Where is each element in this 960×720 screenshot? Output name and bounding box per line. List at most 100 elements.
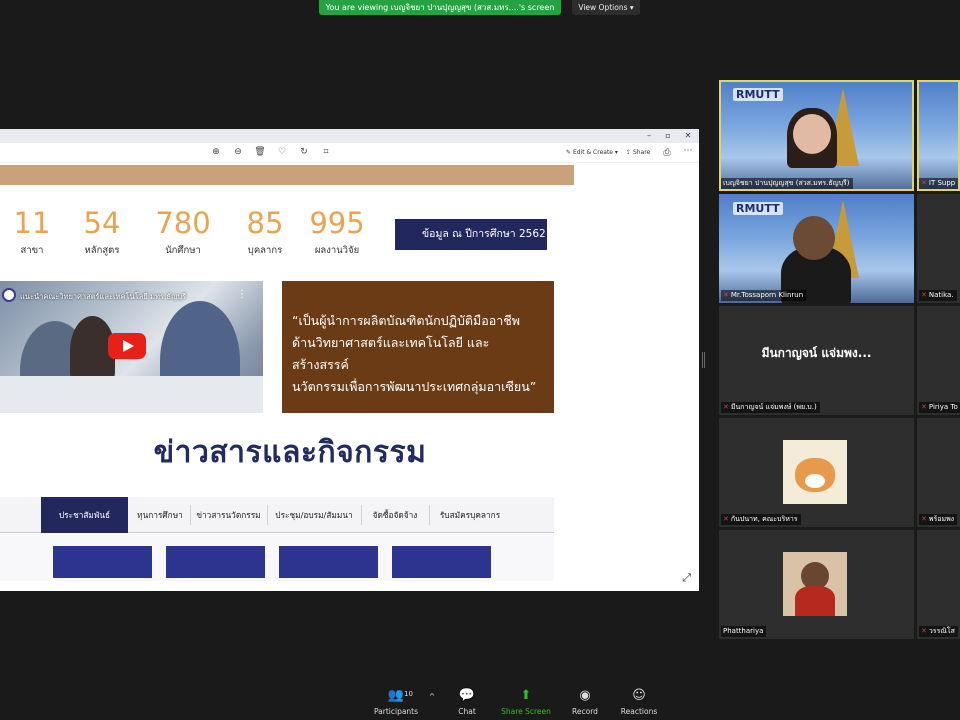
avatar — [783, 440, 847, 504]
participant-face — [793, 216, 835, 260]
crop-icon[interactable]: ⌗ — [319, 147, 333, 157]
stat-value: 780 — [155, 206, 211, 240]
participant-name-label: Piriya To — [928, 403, 958, 411]
more-icon[interactable]: ⋯ — [681, 146, 695, 156]
viewing-screen-banner: You are viewing เบญจิชยา ปานปุญญสุข (สวส… — [319, 0, 561, 15]
video-tile-piriya[interactable]: ✕ Piriya To — [917, 306, 960, 415]
stat-label: นักศึกษา — [165, 245, 201, 256]
video-tile-tossaporn[interactable]: RMUTT ✕ Mr.Tossaporn Klinrun — [719, 194, 914, 303]
share-label: Share — [632, 149, 651, 156]
academic-year-info-button[interactable]: ข้อมูล ณ ปีการศึกษา 2562 — [395, 219, 547, 250]
quote-line: ด้านวิทยาศาสตร์และเทคโนโลยี และสร้างสรรค… — [292, 335, 490, 372]
chat-icon: 💬 — [458, 688, 476, 703]
video-tile-meenkarn[interactable]: มีนกาญจน์ แจ่มพง... ✕ มีนกาญจน์ แจ่มพงษ์ … — [719, 306, 914, 415]
participant-name: ✕ มีนกาญจน์ แจ่มพงษ์ (พย.บ.) — [721, 402, 820, 413]
rmutt-logo: RMUTT — [733, 88, 783, 101]
participant-name: ✕ พร้อมพง — [919, 514, 958, 525]
participant-display-name: มีนกาญจน์ แจ่มพง... — [761, 346, 872, 360]
zoom-out-icon[interactable]: ⊖ — [231, 147, 245, 157]
news-tabs: ประชาสัมพันธ์ ทุนการศึกษา ข่าวสารนวัตกรร… — [0, 497, 554, 533]
participant-name: ✕ Mr.Tossaporn Klinrun — [721, 290, 807, 301]
participant-name: ✕ Natika. — [919, 290, 957, 301]
stat-programs: 54 หลักสูตร — [67, 207, 137, 258]
avatar — [783, 552, 847, 616]
video-tile-prompong[interactable]: ✕ พร้อมพง — [917, 418, 960, 527]
channel-logo — [2, 288, 16, 302]
header-color-bar — [0, 165, 574, 185]
video-tile-natika[interactable]: ✕ Natika. — [917, 194, 960, 303]
maximize-icon[interactable]: ▫ — [659, 129, 677, 143]
tab-innovation-news[interactable]: ข่าวสารนวัตกรรม — [191, 497, 266, 533]
stat-label: ผลงานวิจัย — [314, 245, 360, 256]
mic-muted-icon: ✕ — [723, 403, 729, 411]
news-cards — [0, 534, 554, 581]
close-icon[interactable]: ✕ — [679, 129, 697, 143]
meeting-controls: 👥 10 Participants ^ 💬 Chat ⬆ Share Scree… — [0, 684, 960, 720]
vision-quote-box: “เป็นผู้นำการผลิตบัณฑิตนักปฏิบัติมืออาชี… — [282, 281, 554, 413]
record-button[interactable]: ◉ Record — [555, 688, 615, 716]
edit-create-button[interactable]: ✎ Edit & Create ▾ — [566, 149, 618, 156]
share-screen-icon: ⬆ — [520, 688, 532, 703]
tab-meetings[interactable]: ประชุม/อบรม/สัมมนา — [268, 497, 360, 533]
play-icon[interactable] — [108, 333, 146, 359]
share-screen-button[interactable]: ⬆ Share Screen — [496, 688, 556, 716]
participants-count: 10 — [404, 690, 413, 698]
stat-label: หลักสูตร — [84, 245, 120, 256]
tab-recruitment[interactable]: รับสมัครบุคลากร — [430, 497, 510, 533]
favorite-icon[interactable]: ♡ — [275, 147, 289, 157]
minimize-icon[interactable]: – — [640, 129, 658, 143]
participants-label: Participants — [373, 707, 419, 716]
news-card[interactable] — [279, 546, 378, 578]
participant-name: ✕ IT Supp — [919, 178, 959, 189]
participants-button[interactable]: 👥 10 Participants — [366, 688, 426, 716]
participant-name-label: Natika. — [928, 291, 954, 299]
news-card[interactable] — [166, 546, 265, 578]
tab-scholarship[interactable]: ทุนการศึกษา — [131, 497, 189, 533]
video-tile-phatthariya[interactable]: Phatthariya — [719, 530, 914, 639]
panel-resize-handle[interactable] — [702, 352, 705, 368]
stat-majors: 11 สาขา — [0, 207, 67, 258]
web-page-content: 11 สาขา 54 หลักสูตร 780 นักศึกษา 85 บุคล… — [0, 163, 699, 591]
cartoon-bear-face — [805, 474, 825, 488]
video-tile-host[interactable]: RMUTT เบญจิชยา ปานปุญญสุข (สวส.มทร.ธัญบุ… — [719, 80, 914, 191]
tab-procurement[interactable]: จัดซื้อจัดจ้าง — [362, 497, 428, 533]
mic-muted-icon: ✕ — [921, 179, 927, 187]
stat-label: บุคลากร — [247, 245, 283, 256]
stat-students: 780 นักศึกษา — [148, 207, 218, 258]
expand-icon[interactable]: ⤢ — [682, 571, 691, 585]
chat-label: Chat — [458, 707, 476, 716]
window-titlebar: – ▫ ✕ — [0, 129, 699, 143]
view-options-button[interactable]: View Options ▾ — [572, 0, 640, 15]
stat-value: 995 — [309, 206, 365, 240]
mic-muted-icon: ✕ — [723, 291, 729, 299]
share-button[interactable]: ⇪ Share — [626, 149, 650, 156]
participant-name: ✕ วรรณิโส — [919, 626, 958, 637]
zoom-in-icon[interactable]: ⊕ — [209, 147, 223, 157]
youtube-video-embed[interactable]: แนะนำคณะวิทยาศาสตร์และเทคโนโลยี มทร.ธัญบ… — [0, 281, 263, 413]
info-button-label: ข้อมูล ณ ปีการศึกษา 2562 — [422, 228, 546, 240]
participant-name-label: กันปนาท, คณะบริหาร — [730, 515, 798, 523]
participants-icon: 👥 — [387, 688, 405, 703]
participant-name-label: IT Supp — [928, 179, 956, 187]
stat-value: 85 — [246, 206, 284, 240]
participant-name-label: มีนกาญจน์ แจ่มพงษ์ (พย.บ.) — [730, 403, 817, 411]
delete-icon[interactable]: 🗑 — [253, 147, 267, 157]
video-tile-it-support[interactable]: ✕ IT Supp — [917, 80, 960, 191]
news-card[interactable] — [392, 546, 491, 578]
participant-face — [793, 114, 831, 154]
chat-button[interactable]: 💬 Chat — [437, 688, 497, 716]
tab-pr[interactable]: ประชาสัมพันธ์ — [41, 497, 128, 533]
stat-research: 995 ผลงานวิจัย — [302, 207, 372, 258]
video-tile-kanpanat[interactable]: ✕ กันปนาท, คณะบริหาร — [719, 418, 914, 527]
video-menu-icon[interactable]: ⋮ — [237, 289, 247, 300]
video-tile-wannis[interactable]: ✕ วรรณิโส — [917, 530, 960, 639]
news-card[interactable] — [53, 546, 152, 578]
reactions-button[interactable]: ☺ Reactions — [609, 688, 669, 716]
participant-name: ✕ กันปนาท, คณะบริหาร — [721, 514, 801, 525]
print-icon[interactable]: ⎙ — [660, 148, 674, 158]
participant-name: เบญจิชยา ปานปุญญสุข (สวส.มทร.ธัญบุรี) — [721, 178, 853, 189]
mic-muted-icon: ✕ — [921, 291, 927, 299]
rotate-icon[interactable]: ↻ — [297, 147, 311, 157]
stat-value: 11 — [13, 206, 51, 240]
video-table — [0, 376, 263, 413]
